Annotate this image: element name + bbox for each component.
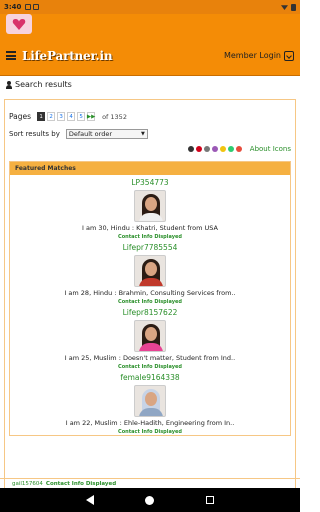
search-results-label: Search results	[15, 80, 72, 89]
legend-icon	[211, 146, 218, 152]
legend-icons: About Icons	[9, 145, 291, 153]
profile-photo[interactable]	[134, 320, 166, 352]
contact-info-tag: Contact Info Displayed	[118, 429, 182, 435]
dropdown-arrow-icon: ▼	[140, 131, 145, 137]
legend-icon	[203, 146, 210, 152]
sort-select[interactable]: Default order ▼	[65, 129, 148, 139]
page-button[interactable]: 5	[77, 112, 86, 121]
results-panel: Pages 1 2 3 4 5 ▶▶ of 1352 Sort results …	[4, 99, 296, 499]
featured-matches: Featured Matches LP354773 I am 30, Hindu…	[9, 161, 291, 436]
page-button[interactable]: 4	[67, 112, 76, 121]
sort-selected: Default order	[68, 130, 112, 138]
page-count: of 1352	[102, 112, 127, 121]
match-card[interactable]: LP354773 I am 30, Hindu : Khatri, Studen…	[10, 175, 290, 240]
contact-info-tag: Contact Info Displayed	[45, 480, 117, 487]
match-id[interactable]: Lifepr7785554	[10, 243, 290, 252]
home-icon[interactable]	[145, 495, 155, 505]
status-time: 3:40	[4, 3, 22, 11]
app-bar	[0, 14, 300, 36]
about-icons-link[interactable]: About Icons	[250, 145, 291, 153]
result-list-item[interactable]: gail157604 Contact Info Displayed	[0, 478, 300, 488]
match-id[interactable]: LP354773	[10, 178, 290, 187]
site-header: LifePartner.in Member Login	[0, 36, 300, 76]
profile-photo[interactable]	[134, 255, 166, 287]
heart-icon	[195, 146, 202, 152]
match-description: I am 30, Hindu : Khatri, Student from US…	[82, 224, 218, 232]
match-id[interactable]: female9164338	[10, 373, 290, 382]
pages-label: Pages	[9, 112, 32, 121]
page-button[interactable]: 3	[57, 112, 66, 121]
match-id[interactable]: Lifepr8157622	[10, 308, 290, 317]
legend-icon	[235, 146, 242, 152]
match-card[interactable]: female9164338 I am 22, Muslim : Ehle-Had…	[10, 370, 290, 435]
search-results-heading: Search results	[0, 76, 300, 93]
member-login-button[interactable]: Member Login	[223, 50, 294, 61]
notification-icon	[25, 4, 32, 10]
member-login-label: Member Login	[223, 51, 281, 60]
app-logo-icon	[6, 14, 32, 34]
legend-icon	[227, 146, 234, 152]
menu-icon[interactable]	[6, 51, 16, 60]
match-description: I am 22, Muslim : Ehle-Hadith, Engineeri…	[65, 419, 235, 427]
next-page-button[interactable]: ▶▶	[87, 112, 95, 121]
page-button[interactable]: 2	[47, 112, 56, 121]
profile-photo[interactable]	[134, 190, 166, 222]
status-bar: 3:40	[0, 0, 300, 14]
back-icon[interactable]	[85, 495, 94, 505]
site-logo[interactable]: LifePartner.in	[22, 49, 113, 63]
user-icon	[6, 80, 12, 89]
legend-icon	[187, 146, 194, 152]
notification-icon	[33, 4, 40, 10]
match-card[interactable]: Lifepr8157622 I am 25, Muslim : Doesn't …	[10, 305, 290, 370]
match-description: I am 25, Muslim : Doesn't matter, Studen…	[64, 354, 236, 362]
system-nav-bar	[0, 488, 300, 512]
login-icon	[284, 50, 294, 61]
pagination: Pages 1 2 3 4 5 ▶▶ of 1352	[9, 112, 291, 121]
smiley-icon	[219, 146, 226, 152]
battery-icon	[291, 3, 296, 11]
match-description: I am 28, Hindu : Brahmin, Consulting Ser…	[64, 289, 236, 297]
wifi-icon	[281, 5, 288, 10]
featured-title: Featured Matches	[10, 162, 290, 175]
result-id[interactable]: gail157604	[12, 481, 43, 487]
page-button[interactable]: 1	[37, 112, 46, 121]
sort-label: Sort results by	[9, 130, 60, 138]
sort-row: Sort results by Default order ▼	[9, 129, 291, 139]
recent-apps-icon[interactable]	[206, 496, 215, 504]
profile-photo[interactable]	[134, 385, 166, 417]
match-card[interactable]: Lifepr7785554 I am 28, Hindu : Brahmin, …	[10, 240, 290, 305]
